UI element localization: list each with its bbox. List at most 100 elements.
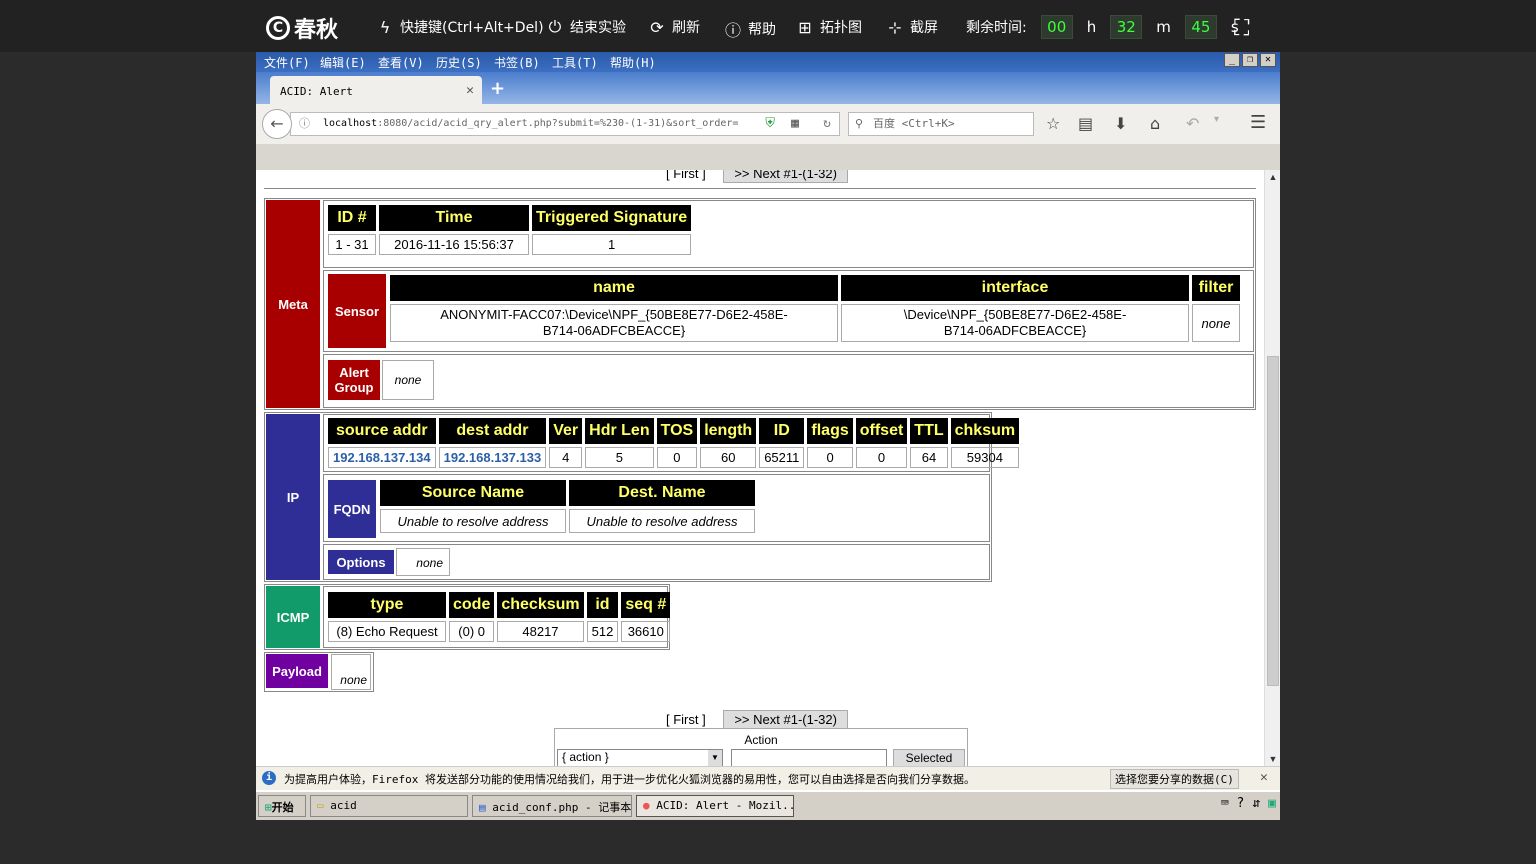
pager-top: [ First ] >> Next #1-(1-32) (666, 170, 848, 183)
sensor-interface: \Device\NPF_{50BE8E77-D6E2-458E- B714-06A… (841, 304, 1189, 342)
timer-hours-unit: h (1086, 18, 1097, 36)
scroll-thumb[interactable] (1267, 356, 1279, 686)
ip-header: flags (807, 418, 853, 444)
ip-tos: 0 (656, 447, 698, 468)
ip-table: source addr dest addr Ver Hdr Len TOS le… (325, 415, 1022, 471)
screenshot-icon: ⊹ (888, 17, 902, 37)
shortcut-button[interactable]: ϟ 快捷键(Ctrl+Alt+Del) (376, 17, 544, 37)
network-icon[interactable]: ▣ (1268, 796, 1276, 811)
pager-bottom: [ First ] >> Next #1-(1-32) (666, 710, 848, 729)
tab-strip: ACID: Alert ✕ + (256, 72, 1280, 104)
taskbar-item-notepad[interactable]: ▤ acid_conf.php - 记事本 (472, 795, 632, 817)
choose-data-button[interactable]: 选择您要分享的数据(C) (1110, 769, 1239, 789)
ip-header: source addr (328, 418, 436, 444)
first-link[interactable]: [ First ] (666, 712, 706, 727)
ime-icon[interactable]: ⇵ (1252, 796, 1260, 811)
restore-icon[interactable]: ❐ (1242, 53, 1258, 67)
windows-icon: ⊞ (265, 801, 272, 814)
tab-acid-alert[interactable]: ACID: Alert ✕ (270, 76, 482, 104)
shield-icon[interactable]: ⛨ (765, 113, 775, 135)
vertical-scrollbar[interactable]: ▲ ▼ (1264, 170, 1280, 766)
alert-group-box (323, 354, 1254, 408)
minimize-icon[interactable]: _ (1224, 53, 1240, 67)
dest-name: Unable to resolve address (569, 509, 755, 533)
dest-addr-link[interactable]: 192.168.137.133 (438, 447, 547, 468)
logo-text: 春秋 (294, 18, 339, 43)
ip-header: dest addr (438, 418, 547, 444)
fullscreen-icon[interactable]: ⛶ (1234, 16, 1249, 41)
new-tab-icon[interactable]: + (490, 78, 505, 99)
close-tab-icon[interactable]: ✕ (466, 83, 474, 98)
refresh-button[interactable]: ⟳ 刷新 (648, 17, 700, 37)
fqdn-header: Dest. Name (569, 480, 755, 506)
icmp-header: type (328, 592, 446, 618)
reading-list-icon[interactable]: ▤ (1078, 114, 1093, 133)
ip-header: length (700, 418, 757, 444)
bookmark-star-icon[interactable]: ☆ (1046, 114, 1060, 133)
menu-history[interactable]: 历史(S) (436, 54, 482, 71)
ip-header: ID (759, 418, 805, 444)
menu-tools[interactable]: 工具(T) (552, 54, 598, 71)
refresh-icon: ⟳ (650, 17, 664, 37)
reload-icon[interactable]: ↻ (823, 113, 831, 135)
source-addr-link[interactable]: 192.168.137.134 (328, 447, 436, 468)
undo-icon[interactable]: ↶ (1186, 114, 1199, 133)
home-icon[interactable]: ⌂ (1150, 114, 1160, 133)
close-icon[interactable]: ✕ (1260, 770, 1268, 785)
scroll-up-icon[interactable]: ▲ (1267, 172, 1279, 182)
next-button[interactable]: >> Next #1-(1-32) (723, 170, 848, 183)
icmp-checksum: 48217 (497, 621, 584, 642)
selected-button[interactable]: Selected (893, 749, 965, 766)
help-button[interactable]: ⓘ 帮助 (724, 17, 776, 41)
download-icon[interactable]: ⬇ (1114, 114, 1127, 133)
ip-header: chksum (950, 418, 1020, 444)
tab-title: ACID: Alert (280, 85, 353, 98)
scroll-down-icon[interactable]: ▼ (1267, 754, 1279, 764)
timer-minutes: 32 (1110, 15, 1143, 39)
hamburger-menu-icon[interactable]: ☰ (1250, 112, 1266, 133)
icmp-table: type code checksum id seq # (8) Echo Req… (325, 589, 673, 645)
start-button[interactable]: ⊞开始 (258, 795, 306, 817)
search-icon: ⚲ (855, 117, 864, 130)
keyboard-icon[interactable]: ⌨ (1221, 796, 1229, 811)
info-icon[interactable]: ⓘ (299, 113, 310, 135)
end-lab-button[interactable]: ⏻ 结束实验 (546, 17, 626, 37)
url-host: localhost (323, 118, 378, 129)
notification-bar: i 为提高用户体验，Firefox 将发送部分功能的使用情况给我们，用于进一步优… (256, 766, 1280, 790)
taskbar-item-firefox[interactable]: ● ACID: Alert - Mozil... (636, 795, 794, 817)
back-button[interactable]: ← (262, 109, 292, 139)
search-input[interactable]: ⚲ 百度 <Ctrl+K> (848, 112, 1034, 136)
qr-code-icon[interactable]: ▦ (791, 113, 799, 135)
action-input[interactable] (731, 749, 887, 766)
firefox-icon: ● (643, 799, 650, 812)
menu-file[interactable]: 文件(F) (264, 54, 310, 71)
next-button[interactable]: >> Next #1-(1-32) (723, 710, 848, 729)
ip-chksum: 59304 (950, 447, 1020, 468)
taskbar-item-acid[interactable]: ▭ acid (310, 795, 468, 817)
menu-edit[interactable]: 编辑(E) (320, 54, 366, 71)
taskbar: ⊞开始 ▭ acid ▤ acid_conf.php - 记事本 ● ACID:… (256, 790, 1280, 820)
timer-minutes-unit: m (1156, 18, 1171, 36)
alert-id[interactable]: 1 - 31 (328, 234, 376, 255)
screenshot-button[interactable]: ⊹ 截屏 (886, 17, 938, 37)
close-window-icon[interactable]: ✕ (1260, 53, 1276, 67)
shortcut-label: 快捷键(Ctrl+Alt+Del) (400, 20, 544, 36)
menu-help[interactable]: 帮助(H) (610, 54, 656, 71)
topology-button[interactable]: ⊞ 拓扑图 (796, 17, 862, 37)
remaining-time: 剩余时间: 00 h 32 m 45 s (966, 15, 1247, 39)
options-value: none (396, 548, 450, 576)
first-link[interactable]: [ First ] (666, 170, 706, 181)
meta-table: ID # Time Triggered Signature 1 - 31 201… (325, 202, 694, 258)
logo-icon: C (266, 16, 290, 40)
menu-view[interactable]: 查看(V) (378, 54, 424, 71)
icmp-header: checksum (497, 592, 584, 618)
help-tray-icon[interactable]: ? (1237, 796, 1245, 811)
url-bar[interactable]: ⓘ localhost:8080/acid/acid_qry_alert.php… (290, 112, 840, 136)
menu-bookmarks[interactable]: 书签(B) (494, 54, 540, 71)
undo-dropdown-icon[interactable]: ▾ (1214, 114, 1219, 125)
action-select[interactable]: { action } ▼ (557, 749, 723, 766)
icmp-id: 512 (586, 621, 619, 642)
taskbar-item-label: ACID: Alert - Mozil... (656, 799, 794, 812)
info-icon: i (262, 771, 276, 785)
window-controls: _ ❐ ✕ (1224, 53, 1276, 67)
